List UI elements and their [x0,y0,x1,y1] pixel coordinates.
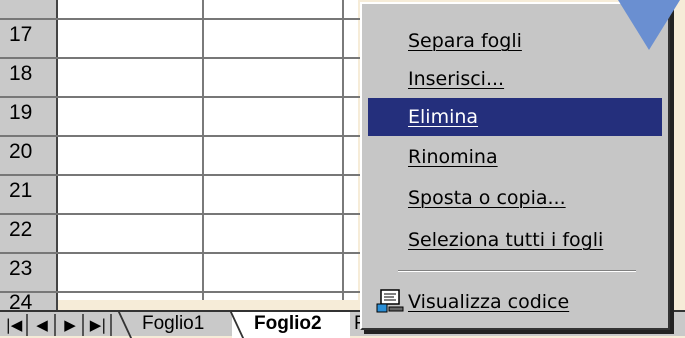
row-header[interactable]: 24 [0,292,58,313]
menu-item-label: Sposta o copia... [408,187,566,209]
menu-item-visualizza-codice[interactable]: Visualizza codice [368,283,662,321]
column-divider [342,0,344,300]
next-sheet-button[interactable]: ▶ [58,314,84,336]
last-sheet-button[interactable]: ▶| [86,314,112,336]
menu-item-seleziona-tutti[interactable]: Seleziona tutti i fogli [368,221,662,259]
tab-label: Foglio1 [142,313,205,334]
tab-foglio2[interactable]: Foglio2 [229,312,350,338]
menu-item-label: Elimina [408,106,479,128]
row-number: 20 [9,140,33,163]
view-code-icon [376,289,404,315]
menu-item-elimina[interactable]: Elimina [368,98,662,136]
callout-pointer [618,0,680,50]
menu-item-sposta-copia[interactable]: Sposta o copia... [368,179,662,217]
row-number: 19 [9,101,33,124]
row-number: 17 [9,23,33,46]
tab-foglio1[interactable]: Foglio1 [117,312,228,338]
row-header[interactable]: 19 [0,98,58,137]
row-number: 18 [9,62,33,85]
row-number: 23 [9,257,33,280]
menu-item-label: Seleziona tutti i fogli [408,229,604,251]
row-number: 22 [9,218,33,241]
row-header[interactable]: 17 [0,20,58,59]
row-number: 21 [9,179,33,202]
row-header[interactable]: 18 [0,59,58,98]
menu-item-label: Inserisci... [408,68,505,90]
row-header-partial [0,0,58,19]
first-sheet-icon: |◀ [5,316,23,334]
tab-edge [117,312,133,338]
previous-sheet-icon: ◀ [36,316,48,334]
last-sheet-icon: ▶| [89,316,107,334]
menu-item-rinomina[interactable]: Rinomina [368,138,662,176]
row-header[interactable]: 23 [0,254,58,293]
first-sheet-button[interactable]: |◀ [2,314,28,336]
menu-item-label: Separa fogli [408,30,522,52]
tab-edge [229,312,245,338]
tab-label: Foglio2 [254,313,322,334]
column-divider [202,0,204,300]
sheet-context-menu: Separa fogli Inserisci... Elimina Rinomi… [360,2,670,330]
menu-item-label: Visualizza codice [408,291,570,313]
menu-separator [398,270,636,272]
previous-sheet-button[interactable]: ◀ [30,314,56,336]
menu-item-inserisci[interactable]: Inserisci... [368,60,662,98]
row-header[interactable]: 22 [0,215,58,254]
cell-area[interactable] [58,0,358,300]
row-header[interactable]: 21 [0,176,58,215]
menu-item-label: Rinomina [408,146,498,168]
next-sheet-icon: ▶ [64,316,76,334]
row-header[interactable]: 20 [0,137,58,176]
